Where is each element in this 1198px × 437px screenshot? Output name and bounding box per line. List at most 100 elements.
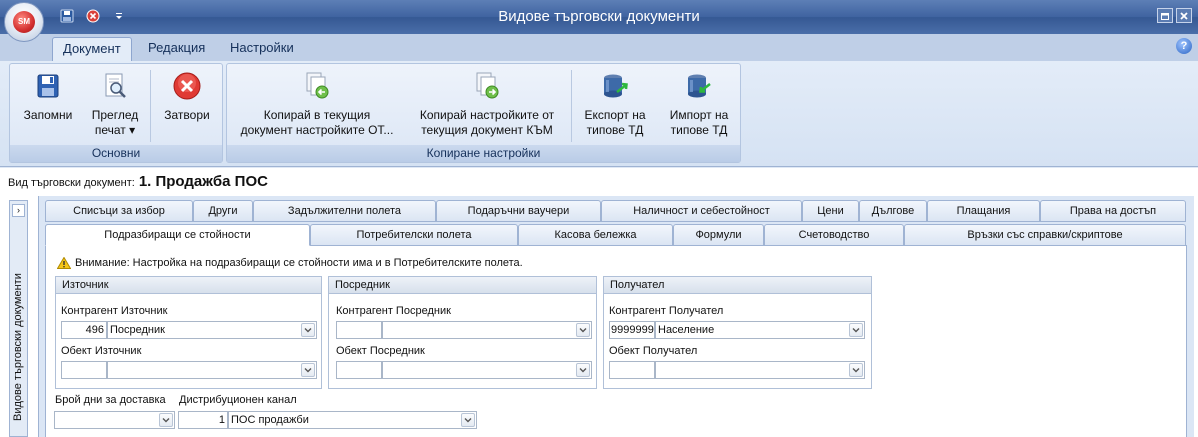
intermediary-object-code-field[interactable]	[336, 361, 382, 379]
tab-required-fields[interactable]: Задължителни полета	[253, 200, 436, 222]
tab-report-links[interactable]: Връзки със справки/скриптове	[904, 224, 1186, 246]
source-object-code-field[interactable]	[61, 361, 107, 379]
tab-payments[interactable]: Плащания	[927, 200, 1040, 222]
side-panel: › Видове търговски документи	[9, 200, 28, 437]
print-preview-label-1: Преглед	[91, 108, 139, 122]
intermediary-contragent-label: Контрагент Посредник	[336, 305, 451, 317]
document-caption: Вид търговски документ: 1. Продажба ПОС	[8, 173, 268, 190]
tab-stock-cost[interactable]: Наличност и себестойност	[601, 200, 802, 222]
tab-accounting[interactable]: Счетоводство	[764, 224, 904, 246]
recipient-contragent-label: Контрагент Получател	[609, 305, 724, 317]
distribution-channel-dropdown[interactable]: ПОС продажби	[228, 411, 477, 429]
tab-default-values[interactable]: Подразбиращи се стойности	[45, 224, 310, 246]
tab-settings[interactable]: Настройки	[220, 37, 304, 61]
document-caption-label: Вид търговски документ:	[8, 177, 135, 189]
distribution-channel-name: ПОС продажби	[231, 414, 309, 426]
recipient-object-dropdown[interactable]	[655, 361, 865, 379]
chevron-down-icon[interactable]	[576, 323, 590, 337]
tab-user-fields[interactable]: Потребителски полета	[310, 224, 518, 246]
help-icon[interactable]: ?	[1176, 38, 1192, 54]
print-preview-button[interactable]: Преглед печат ▾	[80, 68, 150, 138]
recipient-contragent-code-field[interactable]: 9999999992	[609, 321, 655, 339]
group-label-copy: Копиране настройки	[227, 145, 740, 162]
intermediary-object-dropdown[interactable]	[382, 361, 592, 379]
copy-to-label-2: текущия документ КЪМ	[421, 123, 553, 137]
copy-from-label-1: Копирай в текущия	[263, 108, 371, 122]
save-button-label: Запомни	[23, 108, 73, 122]
recipient-header: Получател	[604, 277, 871, 294]
copy-to-icon	[471, 70, 503, 102]
source-object-dropdown[interactable]	[107, 361, 317, 379]
chevron-down-icon[interactable]	[576, 363, 590, 377]
warning-message: Внимание: Настройка на подразбиращи се с…	[57, 257, 523, 269]
export-label-1: Експорт на	[584, 108, 646, 122]
import-label-2: типове ТД	[670, 123, 728, 137]
print-preview-icon	[99, 70, 131, 102]
save-button[interactable]: Запомни	[12, 68, 84, 123]
group-label-main: Основни	[10, 145, 222, 162]
title-bar: Видове търговски документи	[0, 0, 1198, 34]
ribbon: Запомни Преглед печат ▾ Затвори Основни …	[0, 61, 1198, 167]
copy-to-button[interactable]: Копирай настройките от текущия документ …	[407, 68, 567, 138]
tab-access-rights[interactable]: Права на достъп	[1040, 200, 1186, 222]
close-button[interactable]: Затвори	[153, 68, 221, 123]
source-object-label: Обект Източник	[61, 345, 142, 357]
print-preview-label-2: печат ▾	[94, 123, 136, 137]
import-label-1: Импорт на	[669, 108, 729, 122]
tab-formulas[interactable]: Формули	[673, 224, 764, 246]
intermediary-contragent-code-field[interactable]	[336, 321, 382, 339]
restore-icon[interactable]	[1157, 8, 1173, 23]
window-title: Видове търговски документи	[498, 8, 700, 25]
recipient-object-label: Обект Получател	[609, 345, 698, 357]
ribbon-tab-bar: Документ Редакция Настройки	[0, 34, 1198, 61]
intermediary-object-label: Обект Посредник	[336, 345, 425, 357]
delivery-days-dropdown[interactable]	[54, 411, 175, 429]
side-panel-label: Видове търговски документи	[12, 273, 24, 421]
chevron-down-icon[interactable]	[849, 363, 863, 377]
close-icon	[171, 70, 203, 102]
app-logo: SM	[13, 11, 35, 33]
distribution-channel-code-field[interactable]: 1	[178, 411, 228, 429]
tab-edit[interactable]: Редакция	[138, 37, 215, 61]
copy-to-label-1: Копирай настройките от	[419, 108, 555, 122]
close-button-label: Затвори	[164, 108, 210, 122]
intermediary-contragent-dropdown[interactable]	[382, 321, 592, 339]
source-contragent-dropdown[interactable]: Посредник	[107, 321, 317, 339]
tab-gift-vouchers[interactable]: Подаръчни ваучери	[436, 200, 601, 222]
recipient-contragent-dropdown[interactable]: Население	[655, 321, 865, 339]
tab-other[interactable]: Други	[193, 200, 253, 222]
warning-icon	[57, 257, 71, 269]
tab-receipt[interactable]: Касова бележка	[518, 224, 673, 246]
source-contragent-code-field[interactable]: 496	[61, 321, 107, 339]
copy-from-icon	[301, 70, 333, 102]
tab-document[interactable]: Документ	[52, 37, 132, 61]
floppy-icon	[32, 70, 64, 102]
app-menu-button[interactable]: SM	[4, 2, 44, 42]
expand-panel-button[interactable]: ›	[12, 204, 25, 217]
database-export-icon	[599, 70, 631, 102]
export-button[interactable]: Експорт на типове ТД	[575, 68, 655, 138]
tab-prices[interactable]: Цени	[802, 200, 859, 222]
close-window-icon[interactable]	[1176, 8, 1192, 23]
tab-selection-lists[interactable]: Списъци за избор	[45, 200, 193, 222]
recipient-object-code-field[interactable]	[609, 361, 655, 379]
chevron-down-icon[interactable]	[301, 363, 315, 377]
recipient-contragent-name: Население	[658, 324, 715, 336]
copy-from-label-2: документ настройките ОТ...	[240, 123, 394, 137]
document-name: 1. Продажба ПОС	[138, 173, 268, 190]
chevron-down-icon[interactable]	[849, 323, 863, 337]
export-label-2: типове ТД	[586, 123, 644, 137]
chevron-down-icon[interactable]	[159, 413, 173, 427]
separator	[150, 70, 151, 142]
chevron-down-icon[interactable]	[461, 413, 475, 427]
warning-text: Внимание: Настройка на подразбиращи се с…	[75, 257, 523, 269]
import-button[interactable]: Импорт на типове ТД	[659, 68, 739, 138]
copy-from-button[interactable]: Копирай в текущия документ настройките О…	[231, 68, 403, 138]
chevron-down-icon[interactable]	[301, 323, 315, 337]
tab-debts[interactable]: Дългове	[859, 200, 927, 222]
delivery-days-label: Брой дни за доставка	[55, 394, 166, 406]
ribbon-group-copy: Копирай в текущия документ настройките О…	[226, 63, 741, 163]
source-header: Източник	[56, 277, 321, 294]
separator	[571, 70, 572, 142]
window-controls	[1157, 8, 1192, 23]
